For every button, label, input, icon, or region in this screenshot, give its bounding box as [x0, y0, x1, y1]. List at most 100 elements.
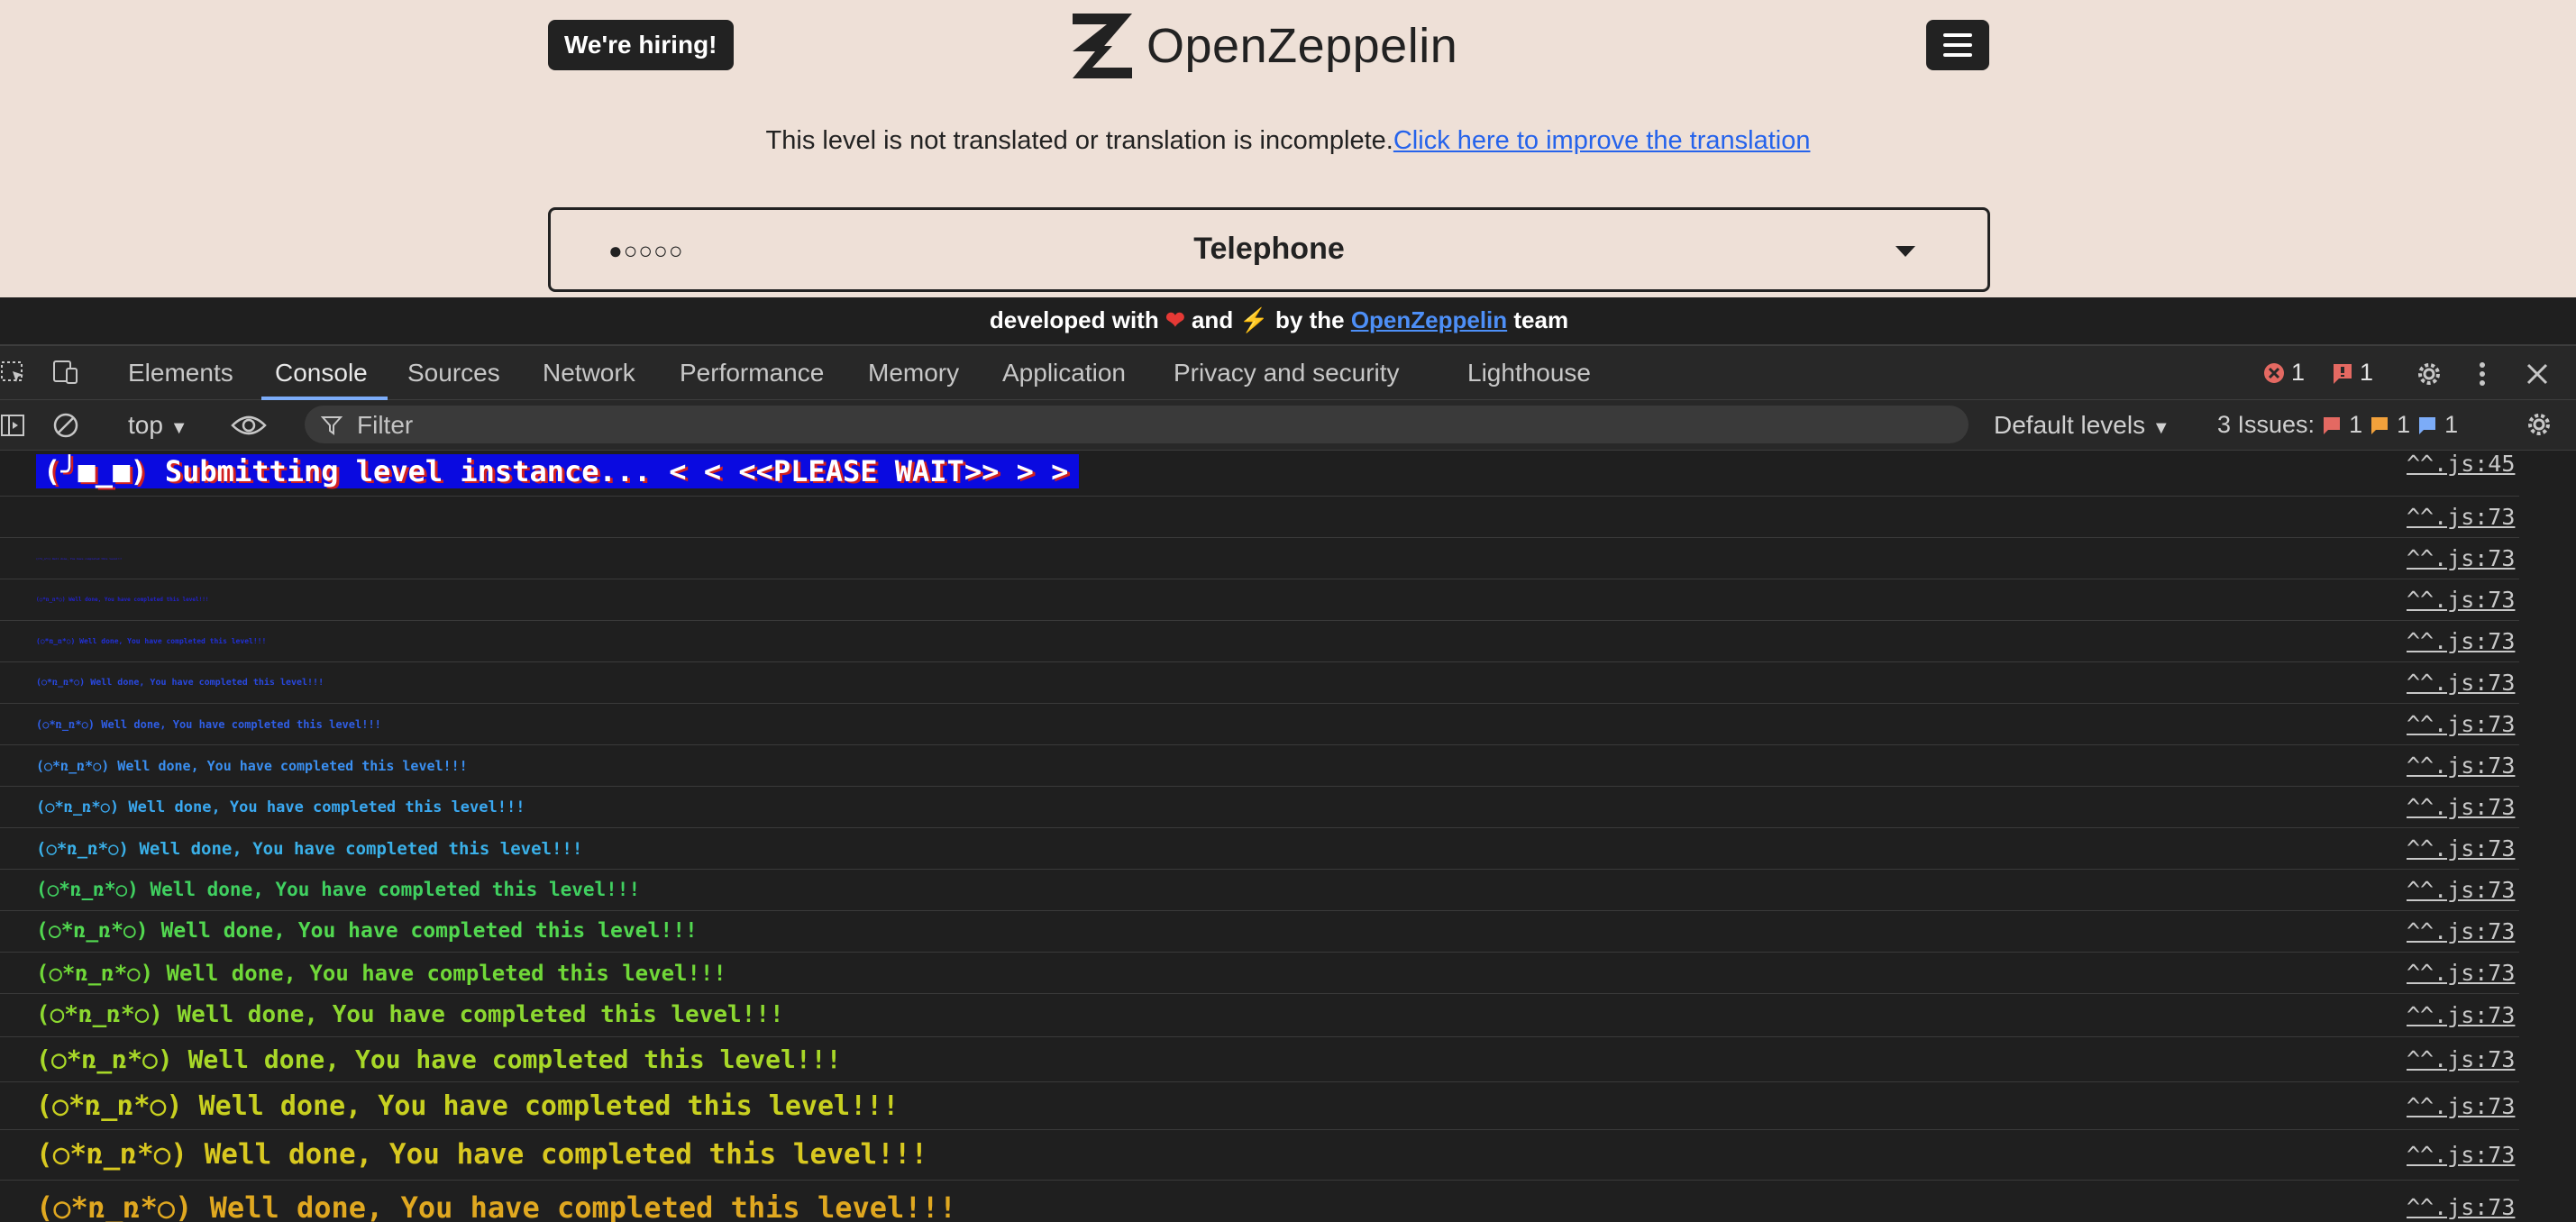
level-selector[interactable]: ●○○○○ Telephone [548, 207, 1990, 292]
source-link[interactable]: ^^.js:73 [2407, 504, 2515, 530]
tab-memory[interactable]: Memory [868, 359, 959, 388]
live-expression-eye-icon[interactable] [231, 413, 267, 438]
issue-info-icon [2419, 416, 2436, 434]
console-row: (○*ռ_ռ*○) Well done, You have completed … [0, 911, 2519, 953]
lightning-icon: ⚡ [1239, 306, 1269, 333]
issues-counter[interactable]: 3 Issues: 1 1 1 [2217, 411, 2458, 439]
tab-privacy-security[interactable]: Privacy and security [1174, 359, 1400, 388]
console-message: (○*ռ_ռ*○) Well done, You have completed … [36, 678, 324, 688]
context-value: top [128, 411, 163, 439]
footer-text: team [1507, 306, 1569, 333]
banner-left-text: (╯■_■) Submitting level instance... [36, 454, 659, 488]
console-message: (○*ռ_ռ*○) Well done, You have completed … [36, 758, 468, 774]
source-link[interactable]: ^^.js:73 [2407, 877, 2515, 903]
error-count-badge[interactable]: 1 [2262, 359, 2305, 387]
hamburger-icon [1943, 43, 1972, 47]
console-row: (○*ռ_ռ*○) Well done, You have completed … [0, 745, 2519, 787]
source-link[interactable]: ^^.js:73 [2407, 670, 2515, 696]
tab-application[interactable]: Application [1002, 359, 1126, 388]
source-link[interactable]: ^^.js:73 [2407, 711, 2515, 737]
tab-sources[interactable]: Sources [407, 359, 500, 388]
translation-notice: This level is not translated or translat… [0, 126, 2576, 156]
console-row: (○*ռ_ռ*○) Well done, You have completed … [0, 828, 2519, 870]
device-toolbar-icon[interactable] [52, 359, 79, 386]
screen: We're hiring! OpenZeppelin This level is… [0, 0, 2576, 1222]
sidebar-toggle-icon[interactable] [0, 413, 25, 438]
footer-text: developed with [989, 306, 1165, 333]
console-message: (╯■_■) Submitting level instance... < < <… [36, 454, 1080, 488]
console-message: (○*ռ_ռ*○) Well done, You have completed … [36, 838, 583, 859]
console-message: (○*ռ_ռ*○) Well done, You have completed … [36, 798, 525, 816]
console-message: (○*ռ_ռ*○) Well done, You have completed … [36, 1138, 928, 1172]
console-message: (○*ռ_ռ*○) Well done, You have completed … [36, 1190, 957, 1222]
banner-right-text: < < <<PLEASE WAIT>> > > [658, 454, 1080, 488]
tab-network[interactable]: Network [543, 359, 635, 388]
console-row: (○*ռ_ռ*○) Well done, You have completed … [0, 662, 2519, 704]
openzeppelin-link[interactable]: OpenZeppelin [1351, 306, 1507, 333]
chevron-down-icon [1895, 246, 1915, 257]
hamburger-icon [1943, 53, 1972, 57]
brand-name: OpenZeppelin [1146, 19, 1458, 73]
source-link[interactable]: ^^.js:73 [2407, 1093, 2515, 1119]
devtools-tabbar: Elements Console Sources Network Perform… [0, 344, 2576, 400]
dropdown-arrow-icon: ▼ [2151, 418, 2170, 438]
improve-translation-link[interactable]: Click here to improve the translation [1393, 126, 1811, 155]
source-link[interactable]: ^^.js:73 [2407, 1142, 2515, 1168]
source-link[interactable]: ^^.js:73 [2407, 752, 2515, 779]
error-icon [2264, 362, 2284, 383]
issue-warning-icon [2371, 416, 2389, 434]
source-link[interactable]: ^^.js:45 [2407, 451, 2515, 477]
console-message: (○*ռ_ռ*○) Well done, You have completed … [36, 1090, 900, 1122]
source-link[interactable]: ^^.js:73 [2407, 835, 2515, 862]
tab-console[interactable]: Console [275, 359, 368, 388]
console-row: (○*ռ_ռ*○) Well done, You have completed … [0, 994, 2519, 1037]
notice-text: This level is not translated or translat… [765, 126, 1393, 155]
context-selector[interactable]: top ▼ [128, 411, 188, 440]
filter-box[interactable] [305, 406, 1969, 443]
source-link[interactable]: ^^.js:73 [2407, 545, 2515, 571]
brand[interactable]: OpenZeppelin [1073, 13, 1457, 79]
console-message: (○*ռ_ռ*○) Well done, You have completed … [36, 637, 267, 646]
inspect-element-icon[interactable] [0, 359, 27, 386]
log-levels-dropdown[interactable]: Default levels ▼ [1994, 411, 2170, 440]
tab-performance[interactable]: Performance [680, 359, 824, 388]
console-row: (○*ռ_ռ*○) Well done, You have completed … [0, 1181, 2519, 1222]
source-link[interactable]: ^^.js:73 [2407, 794, 2515, 820]
openzeppelin-logo-icon [1073, 14, 1132, 78]
console-message: (○*ռ_ռ*○) Well done, You have completed … [36, 1044, 842, 1075]
console-settings-gear-icon[interactable] [2526, 411, 2553, 438]
hamburger-icon [1943, 33, 1972, 37]
source-link[interactable]: ^^.js:73 [2407, 1046, 2515, 1072]
hiring-button[interactable]: We're hiring! [548, 20, 734, 70]
clear-console-icon[interactable] [52, 412, 79, 439]
console-message: (○*ռ_ռ*○) Well done, You have completed … [36, 1001, 784, 1029]
console-row: (○*ռ_ռ*○) Well done, You have completed … [0, 787, 2519, 828]
issue-count-badge[interactable]: 1 [2331, 359, 2373, 387]
website-viewport: We're hiring! OpenZeppelin This level is… [0, 0, 2576, 297]
tab-elements[interactable]: Elements [128, 359, 233, 388]
tab-lighthouse[interactable]: Lighthouse [1467, 359, 1591, 388]
source-link[interactable]: ^^.js:73 [2407, 1002, 2515, 1028]
source-link[interactable]: ^^.js:73 [2407, 960, 2515, 986]
issue-error-count: 1 [2349, 411, 2363, 438]
console-message: (○*ռ_ռ*○) Well done, You have completed … [36, 960, 726, 986]
more-options-icon[interactable] [2473, 360, 2491, 388]
console-message: (○*ռ_ռ*○) Well done, You have completed … [36, 597, 209, 604]
console-row: (○*ռ_ռ*○) Well done, You have completed … [0, 538, 2519, 579]
console-row: (○*ռ_ռ*○) Well done, You have completed … [0, 621, 2519, 662]
console-toolbar: top ▼ Default levels ▼ 3 Issues: 1 1 1 [0, 400, 2576, 451]
footer-text: and [1184, 306, 1240, 333]
error-count: 1 [2291, 359, 2306, 386]
submit-banner: (╯■_■) Submitting level instance... < < <… [36, 454, 1080, 488]
menu-button[interactable] [1926, 20, 1989, 70]
source-link[interactable]: ^^.js:73 [2407, 918, 2515, 944]
source-link[interactable]: ^^.js:73 [2407, 628, 2515, 654]
filter-input[interactable] [355, 409, 1891, 442]
settings-gear-icon[interactable] [2416, 360, 2443, 388]
source-link[interactable]: ^^.js:73 [2407, 1194, 2515, 1220]
close-icon[interactable] [2526, 362, 2549, 386]
footer-text: by the [1268, 306, 1351, 333]
source-link[interactable]: ^^.js:73 [2407, 587, 2515, 613]
console-row: (○*ռ_ռ*○) Well done, You have completed … [0, 953, 2519, 994]
console-row-banner: (╯■_■) Submitting level instance... < < <… [0, 451, 2519, 497]
